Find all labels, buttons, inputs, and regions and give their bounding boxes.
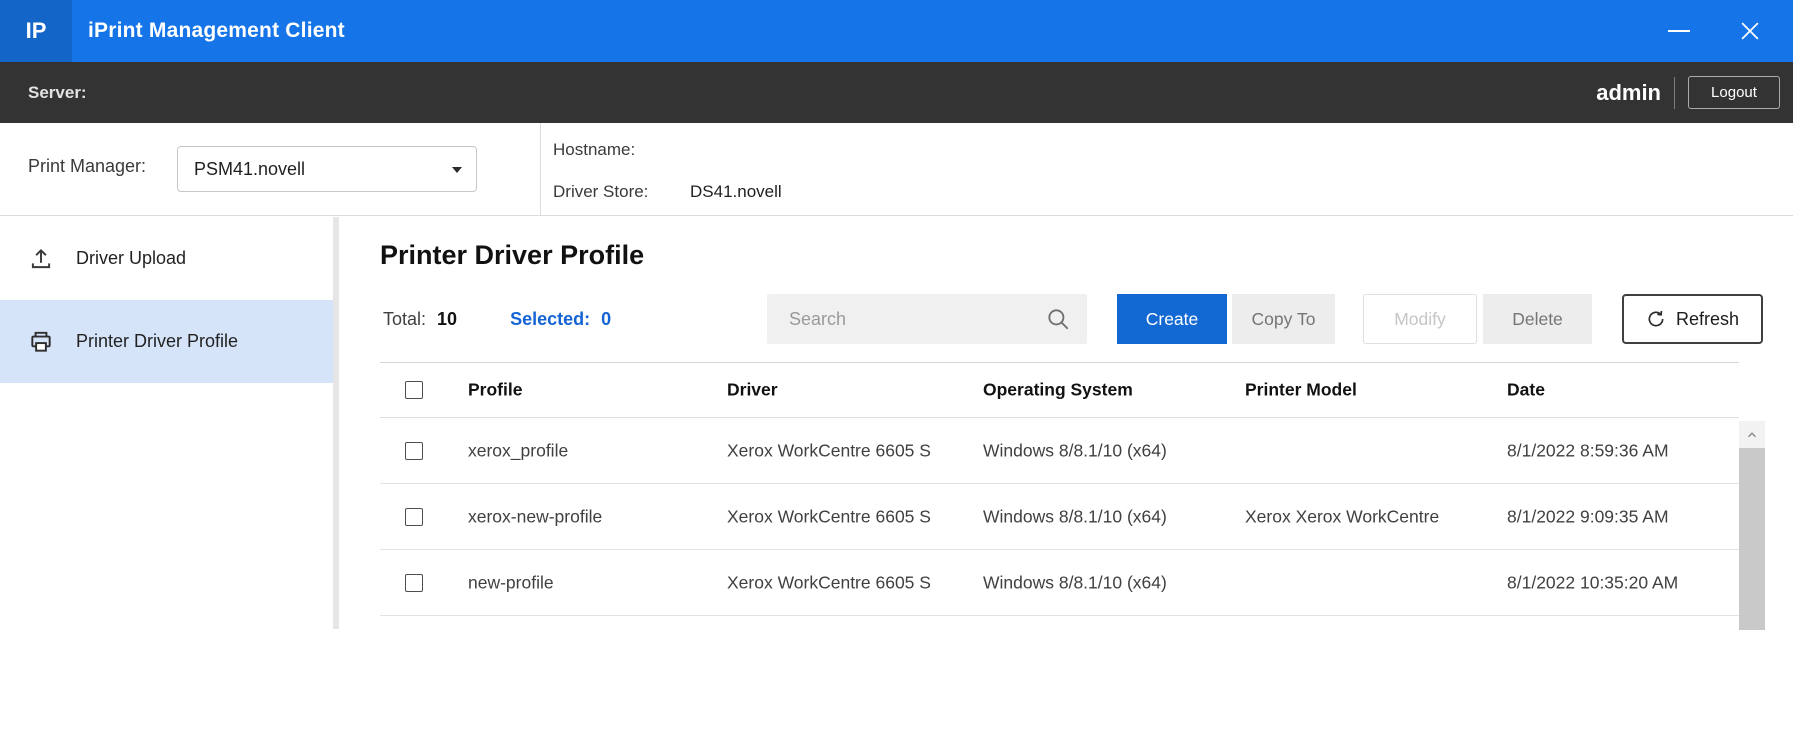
- column-header-date: Date: [1507, 380, 1732, 401]
- create-button[interactable]: Create: [1117, 294, 1227, 344]
- cell-printer-model: Xerox Xerox WorkCentre: [1245, 506, 1495, 527]
- scrollbar-up-button[interactable]: [1739, 421, 1765, 448]
- cell-os: Windows 8/8.1/10 (x64): [983, 572, 1218, 593]
- upload-icon: [28, 246, 54, 272]
- refresh-icon: [1646, 309, 1666, 329]
- cell-date: 8/1/2022 8:59:36 AM: [1507, 440, 1732, 461]
- cell-date: 8/1/2022 10:35:20 AM: [1507, 572, 1732, 593]
- close-icon: [1741, 22, 1759, 40]
- row-checkbox[interactable]: [405, 508, 423, 526]
- search-icon: [1045, 306, 1071, 332]
- sidebar-item-label: Driver Upload: [76, 248, 186, 269]
- manager-bar-divider: [540, 123, 541, 216]
- sidebar-item-label: Printer Driver Profile: [76, 331, 238, 352]
- cell-driver: Xerox WorkCentre 6605 S: [727, 572, 977, 593]
- total-label: Total:: [383, 309, 426, 329]
- topbar-divider: [1674, 77, 1675, 109]
- app-title: iPrint Management Client: [88, 19, 345, 43]
- minimize-button[interactable]: [1667, 0, 1691, 62]
- scrollbar-thumb[interactable]: [1739, 448, 1765, 630]
- table-scrollbar[interactable]: [1739, 421, 1765, 630]
- sidebar-main-divider: [333, 217, 339, 629]
- app-window: IP iPrint Management Client Server: admi…: [0, 0, 1793, 753]
- hostname-label: Hostname:: [553, 140, 690, 160]
- sidebar: Driver Upload Printer Driver Profile: [0, 217, 333, 753]
- cell-profile: xerox_profile: [468, 440, 698, 461]
- titlebar: IP iPrint Management Client: [0, 0, 1793, 62]
- logout-button[interactable]: Logout: [1688, 76, 1780, 109]
- chevron-down-icon: [452, 167, 462, 173]
- column-header-profile: Profile: [468, 380, 698, 401]
- row-checkbox[interactable]: [405, 442, 423, 460]
- cell-profile: xerox-new-profile: [468, 506, 698, 527]
- table-row: xerox_profile Xerox WorkCentre 6605 S Wi…: [380, 418, 1739, 484]
- print-manager-value: PSM41.novell: [194, 159, 305, 180]
- printer-icon: [28, 329, 54, 355]
- chevron-up-icon: [1745, 428, 1759, 442]
- row-checkbox[interactable]: [405, 574, 423, 592]
- sidebar-item-printer-driver-profile[interactable]: Printer Driver Profile: [0, 300, 333, 383]
- hostname-row: Hostname:: [553, 137, 690, 163]
- modify-button[interactable]: Modify: [1363, 294, 1477, 344]
- refresh-label: Refresh: [1676, 309, 1739, 330]
- app-logo: IP: [0, 0, 72, 62]
- copy-to-button[interactable]: Copy To: [1232, 294, 1335, 344]
- server-bar-right: admin Logout: [1596, 62, 1780, 123]
- refresh-button[interactable]: Refresh: [1622, 294, 1763, 344]
- table-row: xerox-new-profile Xerox WorkCentre 6605 …: [380, 484, 1739, 550]
- server-bar: Server: admin Logout: [0, 62, 1793, 123]
- driver-profile-table: Profile Driver Operating System Printer …: [380, 362, 1765, 616]
- print-manager-select[interactable]: PSM41.novell: [177, 146, 477, 192]
- column-header-operating-system: Operating System: [983, 380, 1218, 401]
- selected-value: 0: [601, 309, 611, 329]
- driver-store-value: DS41.novell: [690, 182, 782, 202]
- minimize-icon: [1668, 30, 1690, 32]
- driver-store-row: Driver Store: DS41.novell: [553, 179, 782, 205]
- table-stats: Total: 10 Selected: 0: [383, 309, 611, 330]
- cell-date: 8/1/2022 9:09:35 AM: [1507, 506, 1732, 527]
- search-input[interactable]: [789, 294, 1039, 344]
- cell-driver: Xerox WorkCentre 6605 S: [727, 440, 977, 461]
- sidebar-item-driver-upload[interactable]: Driver Upload: [0, 217, 333, 300]
- print-manager-label: Print Manager:: [28, 156, 146, 177]
- column-header-driver: Driver: [727, 380, 977, 401]
- cell-driver: Xerox WorkCentre 6605 S: [727, 506, 977, 527]
- delete-button[interactable]: Delete: [1483, 294, 1592, 344]
- username: admin: [1596, 80, 1661, 106]
- column-header-printer-model: Printer Model: [1245, 380, 1495, 401]
- search-box: [767, 294, 1087, 344]
- total-value: 10: [437, 309, 457, 329]
- selected-label: Selected:: [510, 309, 590, 329]
- table-header-row: Profile Driver Operating System Printer …: [380, 362, 1739, 418]
- close-button[interactable]: [1735, 0, 1765, 62]
- server-label: Server:: [28, 83, 87, 103]
- window-controls: [1667, 0, 1793, 62]
- cell-os: Windows 8/8.1/10 (x64): [983, 506, 1218, 527]
- app-logo-text: IP: [26, 18, 47, 44]
- select-all-checkbox[interactable]: [405, 381, 423, 399]
- manager-bar: Print Manager: PSM41.novell Hostname: Dr…: [0, 123, 1793, 216]
- cell-profile: new-profile: [468, 572, 698, 593]
- table-row: new-profile Xerox WorkCentre 6605 S Wind…: [380, 550, 1739, 616]
- cell-os: Windows 8/8.1/10 (x64): [983, 440, 1218, 461]
- page-title: Printer Driver Profile: [380, 240, 644, 271]
- driver-store-label: Driver Store:: [553, 182, 690, 202]
